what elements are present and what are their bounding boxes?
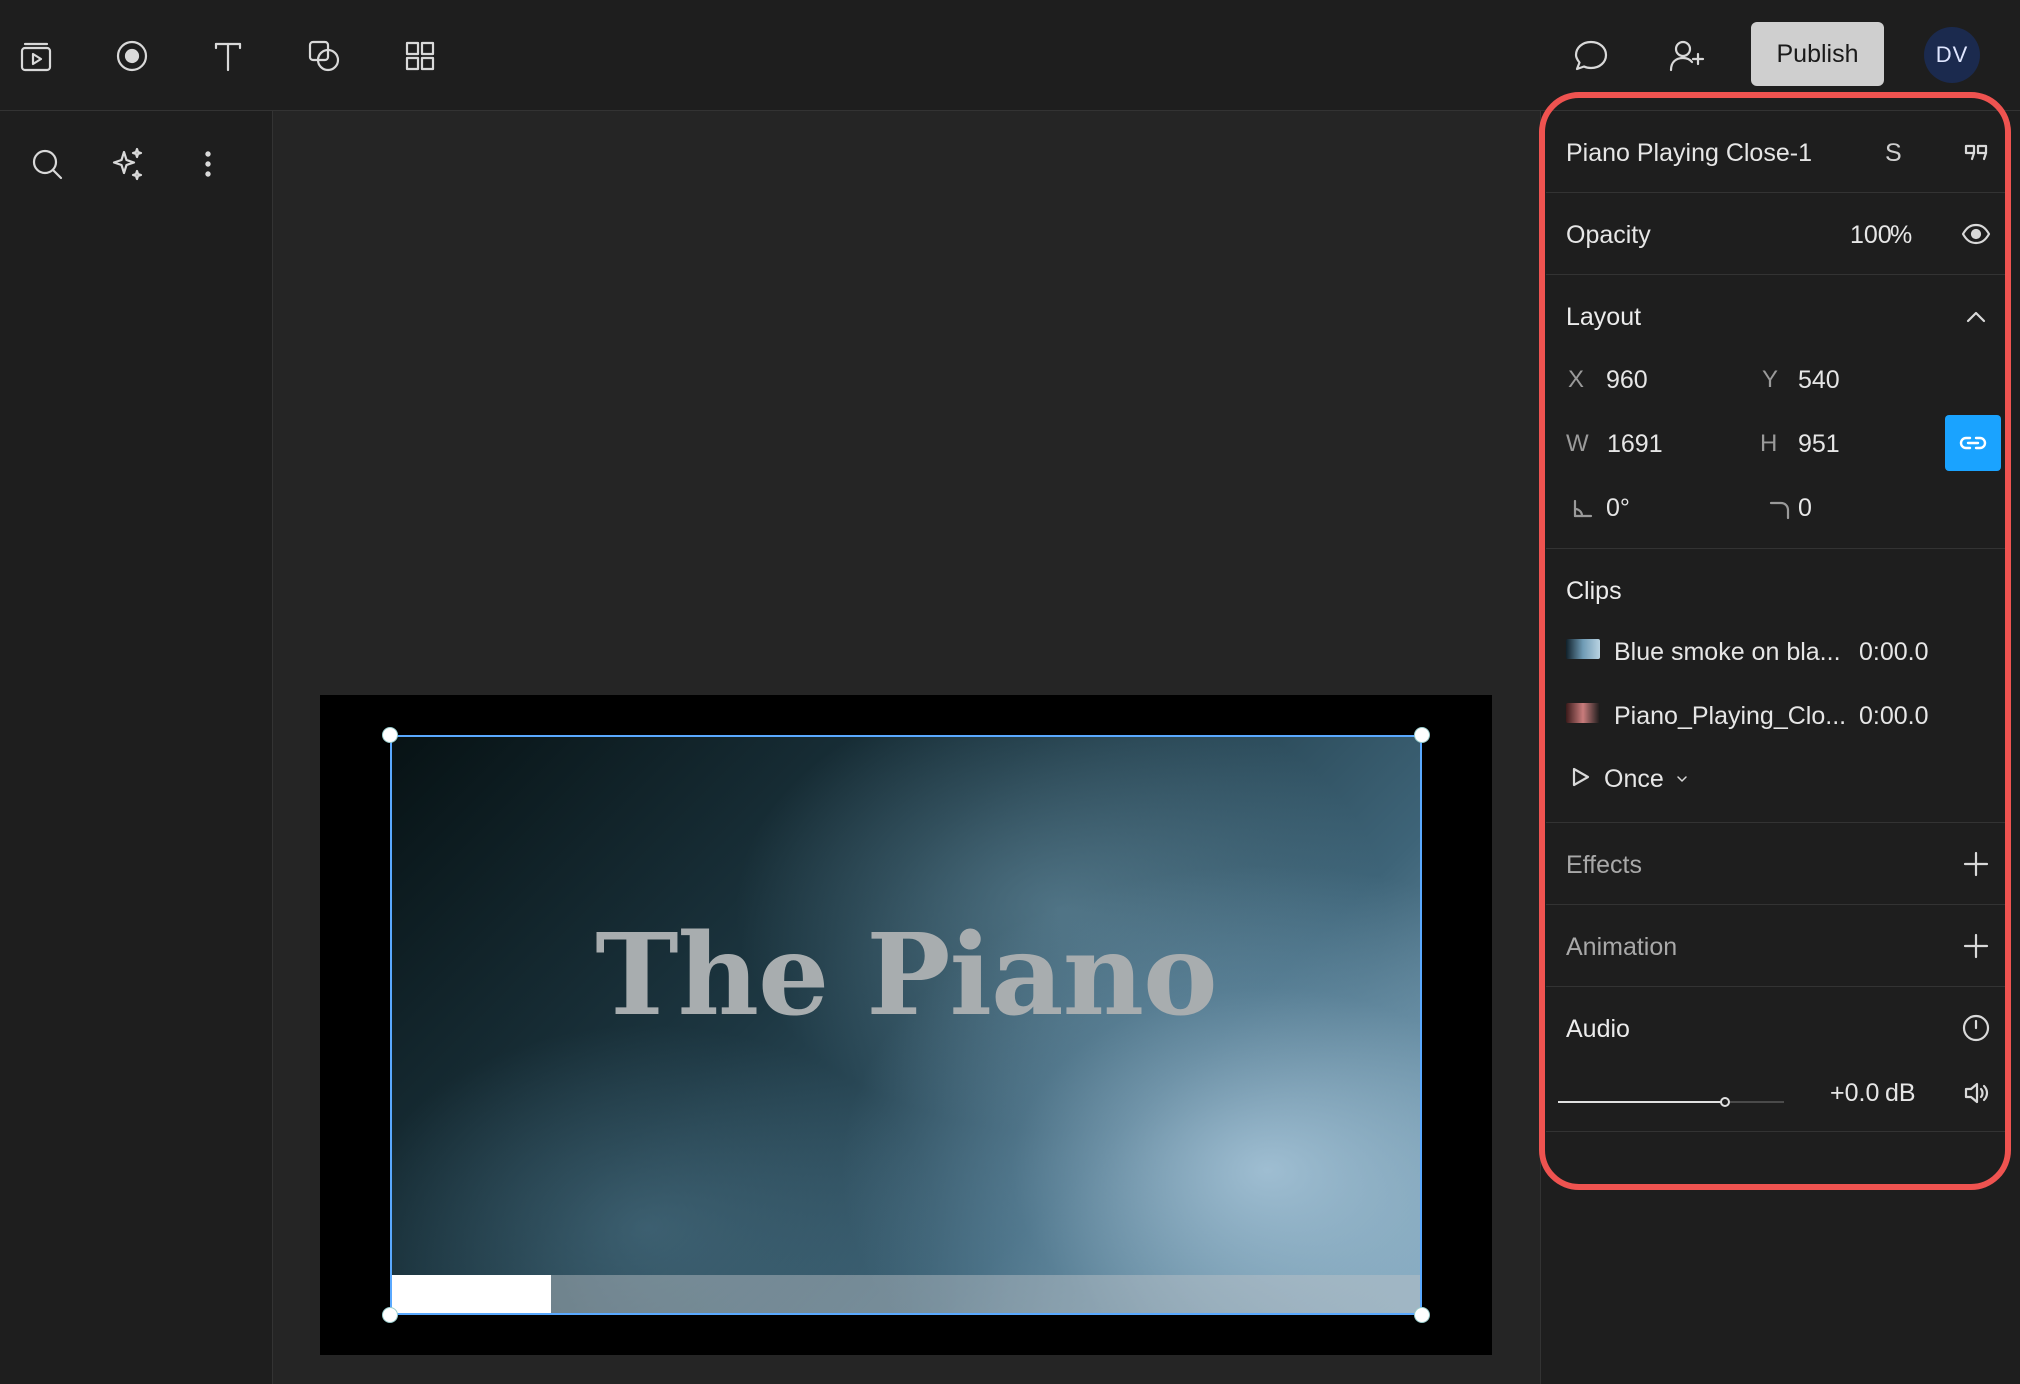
- left-sidebar: [0, 111, 273, 1384]
- video-frame-icon[interactable]: [10, 30, 62, 82]
- clip-item[interactable]: Blue smoke on bla... 0:00.0: [1546, 621, 2010, 677]
- resize-handle-top-left[interactable]: [382, 727, 398, 743]
- clock-icon[interactable]: [1954, 1006, 1998, 1050]
- clip-thumbnail: [1566, 703, 1600, 723]
- clip-item[interactable]: Piano_Playing_Clo... 0:00.0: [1546, 685, 2010, 741]
- h-label: H: [1760, 430, 1778, 457]
- slider-knob[interactable]: [1720, 1097, 1731, 1107]
- more-vertical-icon[interactable]: [183, 139, 233, 189]
- video-title-text: The Piano: [595, 910, 1218, 1041]
- comment-icon[interactable]: [1565, 30, 1617, 82]
- quote-icon[interactable]: [1954, 131, 1998, 175]
- clip-thumbnail: [1566, 639, 1600, 659]
- clip-time: 0:00.0: [1859, 638, 1929, 666]
- opacity-label: Opacity: [1566, 221, 1651, 249]
- chevron-down-icon: [1660, 757, 1704, 801]
- effects-title: Effects: [1566, 851, 1642, 879]
- add-user-icon[interactable]: [1661, 30, 1713, 82]
- properties-panel: Piano Playing Close-1 S Opacity 100 % La…: [1546, 111, 2010, 1132]
- opacity-row: Opacity 100 %: [1546, 193, 2010, 275]
- resize-handle-top-right[interactable]: [1414, 727, 1430, 743]
- audio-gain-unit: dB: [1885, 1079, 1916, 1107]
- clip-name: Blue smoke on bla...: [1614, 638, 1841, 666]
- corner-radius-icon: [1758, 487, 1802, 531]
- layer-header: Piano Playing Close-1 S: [1546, 111, 2010, 193]
- search-icon[interactable]: [22, 139, 72, 189]
- height-field[interactable]: 951: [1798, 430, 1840, 459]
- x-field[interactable]: 960: [1606, 366, 1648, 395]
- canvas-area[interactable]: The Piano: [274, 111, 1540, 1384]
- corner-radius-field[interactable]: 0: [1798, 494, 1812, 523]
- w-label: W: [1566, 430, 1589, 457]
- link-proportions-button[interactable]: [1945, 415, 2001, 471]
- playback-progress-fill: [390, 1275, 551, 1315]
- opacity-unit: %: [1890, 221, 1913, 249]
- text-icon[interactable]: [202, 30, 254, 82]
- speaker-icon[interactable]: [1954, 1071, 1998, 1115]
- audio-volume-slider[interactable]: [1558, 1090, 1784, 1114]
- layer-shortcut[interactable]: S: [1885, 139, 1902, 168]
- chevron-up-icon[interactable]: [1954, 295, 1998, 339]
- video-layer[interactable]: The Piano: [390, 735, 1422, 1315]
- rotation-icon: [1560, 487, 1604, 531]
- add-animation-plus-icon[interactable]: [1954, 924, 1998, 968]
- effects-section: Effects: [1546, 823, 2010, 905]
- publish-button[interactable]: Publish: [1751, 22, 1884, 86]
- loop-mode-value: Once: [1604, 765, 1664, 793]
- layout-section: Layout X 960 Y 540 W 1691 H 951 0° 0: [1546, 275, 2010, 549]
- clips-title: Clips: [1566, 577, 1622, 605]
- artboard[interactable]: The Piano: [320, 695, 1492, 1355]
- y-field[interactable]: 540: [1798, 366, 1840, 395]
- rotation-field[interactable]: 0°: [1606, 494, 1630, 523]
- width-field[interactable]: 1691: [1607, 430, 1663, 459]
- user-avatar[interactable]: DV: [1924, 27, 1980, 83]
- sparkle-icon[interactable]: [103, 139, 153, 189]
- resize-handle-bottom-right[interactable]: [1414, 1307, 1430, 1323]
- add-effect-plus-icon[interactable]: [1954, 842, 1998, 886]
- layer-name[interactable]: Piano Playing Close-1: [1566, 139, 1812, 168]
- grid-icon[interactable]: [394, 30, 446, 82]
- opacity-value[interactable]: 100: [1850, 221, 1892, 250]
- editor-app: Publish DV The Piano Piano Playing Close…: [0, 0, 2020, 1384]
- audio-title: Audio: [1566, 1015, 1630, 1043]
- loop-mode-dropdown[interactable]: Once: [1556, 749, 1716, 805]
- slider-fill: [1558, 1101, 1726, 1103]
- record-icon[interactable]: [106, 30, 158, 82]
- y-label: Y: [1762, 366, 1779, 393]
- animation-section: Animation: [1546, 905, 2010, 987]
- layout-title[interactable]: Layout: [1566, 303, 1641, 332]
- animation-title: Animation: [1566, 933, 1678, 961]
- x-label: X: [1568, 366, 1585, 393]
- eye-icon[interactable]: [1954, 212, 1998, 256]
- resize-handle-bottom-left[interactable]: [382, 1307, 398, 1323]
- clip-name: Piano_Playing_Clo...: [1614, 702, 1847, 730]
- audio-gain-value[interactable]: +0.0: [1830, 1079, 1879, 1108]
- top-toolbar: Publish DV: [0, 0, 2020, 111]
- playback-progress-bar[interactable]: [390, 1275, 1422, 1315]
- clips-section: Clips Blue smoke on bla... 0:00.0 Piano_…: [1546, 549, 2010, 823]
- clip-time: 0:00.0: [1859, 702, 1929, 730]
- shapes-icon[interactable]: [298, 30, 350, 82]
- play-icon: [1558, 755, 1602, 799]
